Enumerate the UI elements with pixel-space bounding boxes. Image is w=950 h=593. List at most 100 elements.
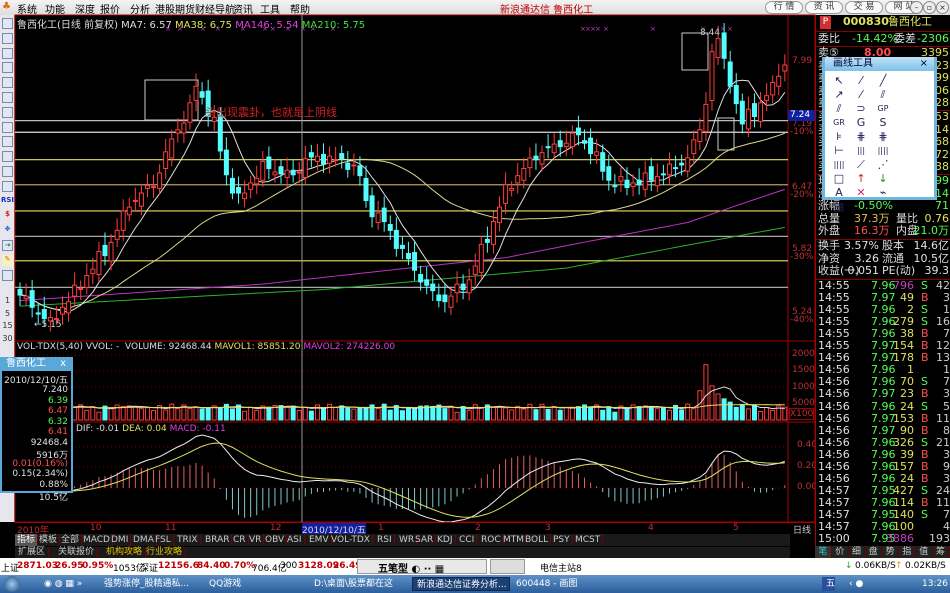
quote-header: P 000830 鲁西化工 xyxy=(816,15,950,29)
save-tool-icon[interactable]: ▤ xyxy=(831,199,847,215)
ime-bar[interactable]: 五笔型 ◐ ·· ▦ xyxy=(357,559,487,575)
volume-unit-label: X100 xyxy=(789,408,815,420)
hs300-label: 300 xyxy=(280,561,298,571)
ime-mode: 五笔型 xyxy=(378,564,408,575)
ime-tray-icon[interactable]: 五 xyxy=(822,577,836,591)
indicator-tab[interactable]: RSI xyxy=(375,534,395,546)
candle xyxy=(266,156,272,170)
drawing-tools-palette[interactable]: 画线工具 × ↖ ⁄ ╱ ↗ ⁄ ⫽ ⫽ ⊃ GP GR G S ⊧ ⋕ ⋕ ⊢ ||| |||| |||| ⟋ ⋰ □ ↑ ↓… xyxy=(822,57,937,213)
candle xyxy=(630,182,636,188)
candle xyxy=(751,103,757,118)
indicator-tab[interactable]: BRAR xyxy=(203,534,233,546)
quote-tab[interactable]: 指 xyxy=(899,546,916,558)
stat-value: 0.051 xyxy=(847,264,880,278)
quote-tab[interactable]: 盘 xyxy=(865,546,883,558)
indicator-tab[interactable]: CCI xyxy=(457,534,478,546)
taskbar-item[interactable]: QQ游戏 xyxy=(205,577,303,591)
candle xyxy=(272,171,278,176)
volume-bar xyxy=(321,408,326,421)
indicator-tab[interactable]: VR xyxy=(247,534,265,546)
candle xyxy=(345,162,351,170)
candle xyxy=(144,185,150,189)
candle xyxy=(424,279,430,286)
candle xyxy=(339,153,345,159)
indicator-tab[interactable]: 全部 xyxy=(59,534,83,546)
server-name[interactable]: 电信主站8 xyxy=(540,561,582,574)
event-marker-icon[interactable]: × xyxy=(720,25,726,33)
quote-tab[interactable]: 价 xyxy=(832,546,849,558)
indicator-tab[interactable]: 模板 xyxy=(37,534,61,546)
popup-value: 6.47 xyxy=(47,406,68,416)
drawing-tools-title[interactable]: 画线工具 × xyxy=(825,57,934,71)
taskbar-item[interactable]: D:\桌面\股票都在这 xyxy=(310,577,410,591)
candle xyxy=(418,273,424,283)
indicator-tab[interactable]: KDJ xyxy=(435,534,456,546)
popup-close-button[interactable]: x xyxy=(60,357,66,371)
drawing-tools-close-button[interactable]: × xyxy=(920,57,928,71)
indicator-tab[interactable]: FSL xyxy=(153,534,174,546)
drawn-rectangle[interactable] xyxy=(681,32,709,71)
indicator-tab[interactable]: ROC xyxy=(479,534,504,546)
quick-launch-icons[interactable]: ◉ ◍ ▦ » xyxy=(40,577,82,591)
popup-title-bar[interactable]: 鲁西化工 x xyxy=(2,357,71,371)
extension-tab[interactable]: 扩展区 xyxy=(15,547,50,558)
event-marker-icon[interactable]: × xyxy=(595,25,601,33)
bar-info-popup[interactable]: 鲁西化工 x 2010/12/10/五 7.240 6.39 6.47 6.32 6.41… xyxy=(0,357,73,503)
clock[interactable]: 13:26 xyxy=(918,577,948,591)
quote-tab[interactable]: 筹 xyxy=(933,546,950,558)
indicator-tab[interactable]: TRIX xyxy=(175,534,201,546)
drawn-rectangle[interactable] xyxy=(717,117,735,151)
indicator-tab[interactable]: 指标 xyxy=(15,534,39,546)
quote-tab[interactable]: 细 xyxy=(849,546,866,558)
indicator-tab[interactable]: ASI xyxy=(285,534,305,546)
chart-canvas[interactable]: × × × × × × × × × × × × × × × × × × × × xyxy=(0,0,950,593)
candle xyxy=(254,177,260,185)
macd-header: DIF: -0.01 DEA: 0.04 MACD: -0.11 xyxy=(76,424,226,434)
volume-bar xyxy=(302,406,308,421)
indicator-tab[interactable]: EMV xyxy=(307,534,332,546)
indicator-tab[interactable]: DMI xyxy=(109,534,132,546)
extension-tab[interactable]: 关联报价 xyxy=(55,547,99,558)
hide-tool-icon[interactable]: ⌁ xyxy=(875,185,891,201)
event-marker-icon[interactable]: × xyxy=(603,25,609,33)
quote-tab[interactable]: 笔 xyxy=(815,546,832,558)
indicator-tab[interactable]: CR xyxy=(231,534,249,546)
volume-bar xyxy=(151,410,157,421)
volume-bar xyxy=(448,405,454,421)
indicator-tab[interactable]: OBV xyxy=(263,534,288,546)
delete-tool-icon[interactable]: ✕ xyxy=(853,185,869,201)
volume-bar xyxy=(770,409,776,421)
indicator-tab[interactable]: SAR xyxy=(413,534,437,546)
upload-icon: ↑ xyxy=(895,561,903,571)
candle xyxy=(369,195,375,218)
quote-tabs: 笔价细盘势指值筹 xyxy=(815,546,950,558)
indicator-tab[interactable]: BOLL xyxy=(523,534,552,546)
sh-index-value[interactable]: 2871.03 xyxy=(17,561,58,571)
candle xyxy=(17,289,23,296)
period-label[interactable]: 日线 xyxy=(793,523,811,536)
indicator-tab[interactable]: PSY xyxy=(551,534,573,546)
taskbar-item[interactable]: 600448 - 画图 xyxy=(512,577,610,591)
quote-tab[interactable]: 值 xyxy=(916,546,933,558)
chart-annotation[interactable]: 头出现震卦，也就是上阴线 xyxy=(205,104,337,120)
taskbar-item[interactable]: 新浪通达信证券分析... xyxy=(412,577,510,591)
popup-value: 0.01(0.16%) xyxy=(12,458,68,469)
indicator-tab[interactable]: VOL-TDX xyxy=(329,534,373,546)
start-button[interactable] xyxy=(4,576,20,592)
indicator-tab[interactable]: MCST xyxy=(573,534,604,546)
candle xyxy=(229,177,235,194)
event-marker-icon[interactable]: × xyxy=(650,25,656,33)
candle xyxy=(302,158,308,178)
vol-indicator-name[interactable]: VOL-TDX(5,40) xyxy=(17,342,83,352)
time-axis-label: 12 xyxy=(270,523,282,533)
event-marker-icon[interactable]: × xyxy=(727,25,733,33)
tray-icons[interactable]: ‹ ● xyxy=(845,577,863,591)
candle xyxy=(685,157,691,172)
time-axis-label: 3 xyxy=(545,523,551,533)
extension-tab[interactable]: 行业攻略 xyxy=(143,547,187,558)
extension-tab[interactable]: 机构攻略 xyxy=(103,547,147,558)
taskbar-item[interactable]: 强势涨停_股精通私... xyxy=(100,577,198,591)
candle xyxy=(515,175,521,184)
sz-index-value[interactable]: 12156.6 xyxy=(158,561,199,571)
quote-tab[interactable]: 势 xyxy=(882,546,899,558)
